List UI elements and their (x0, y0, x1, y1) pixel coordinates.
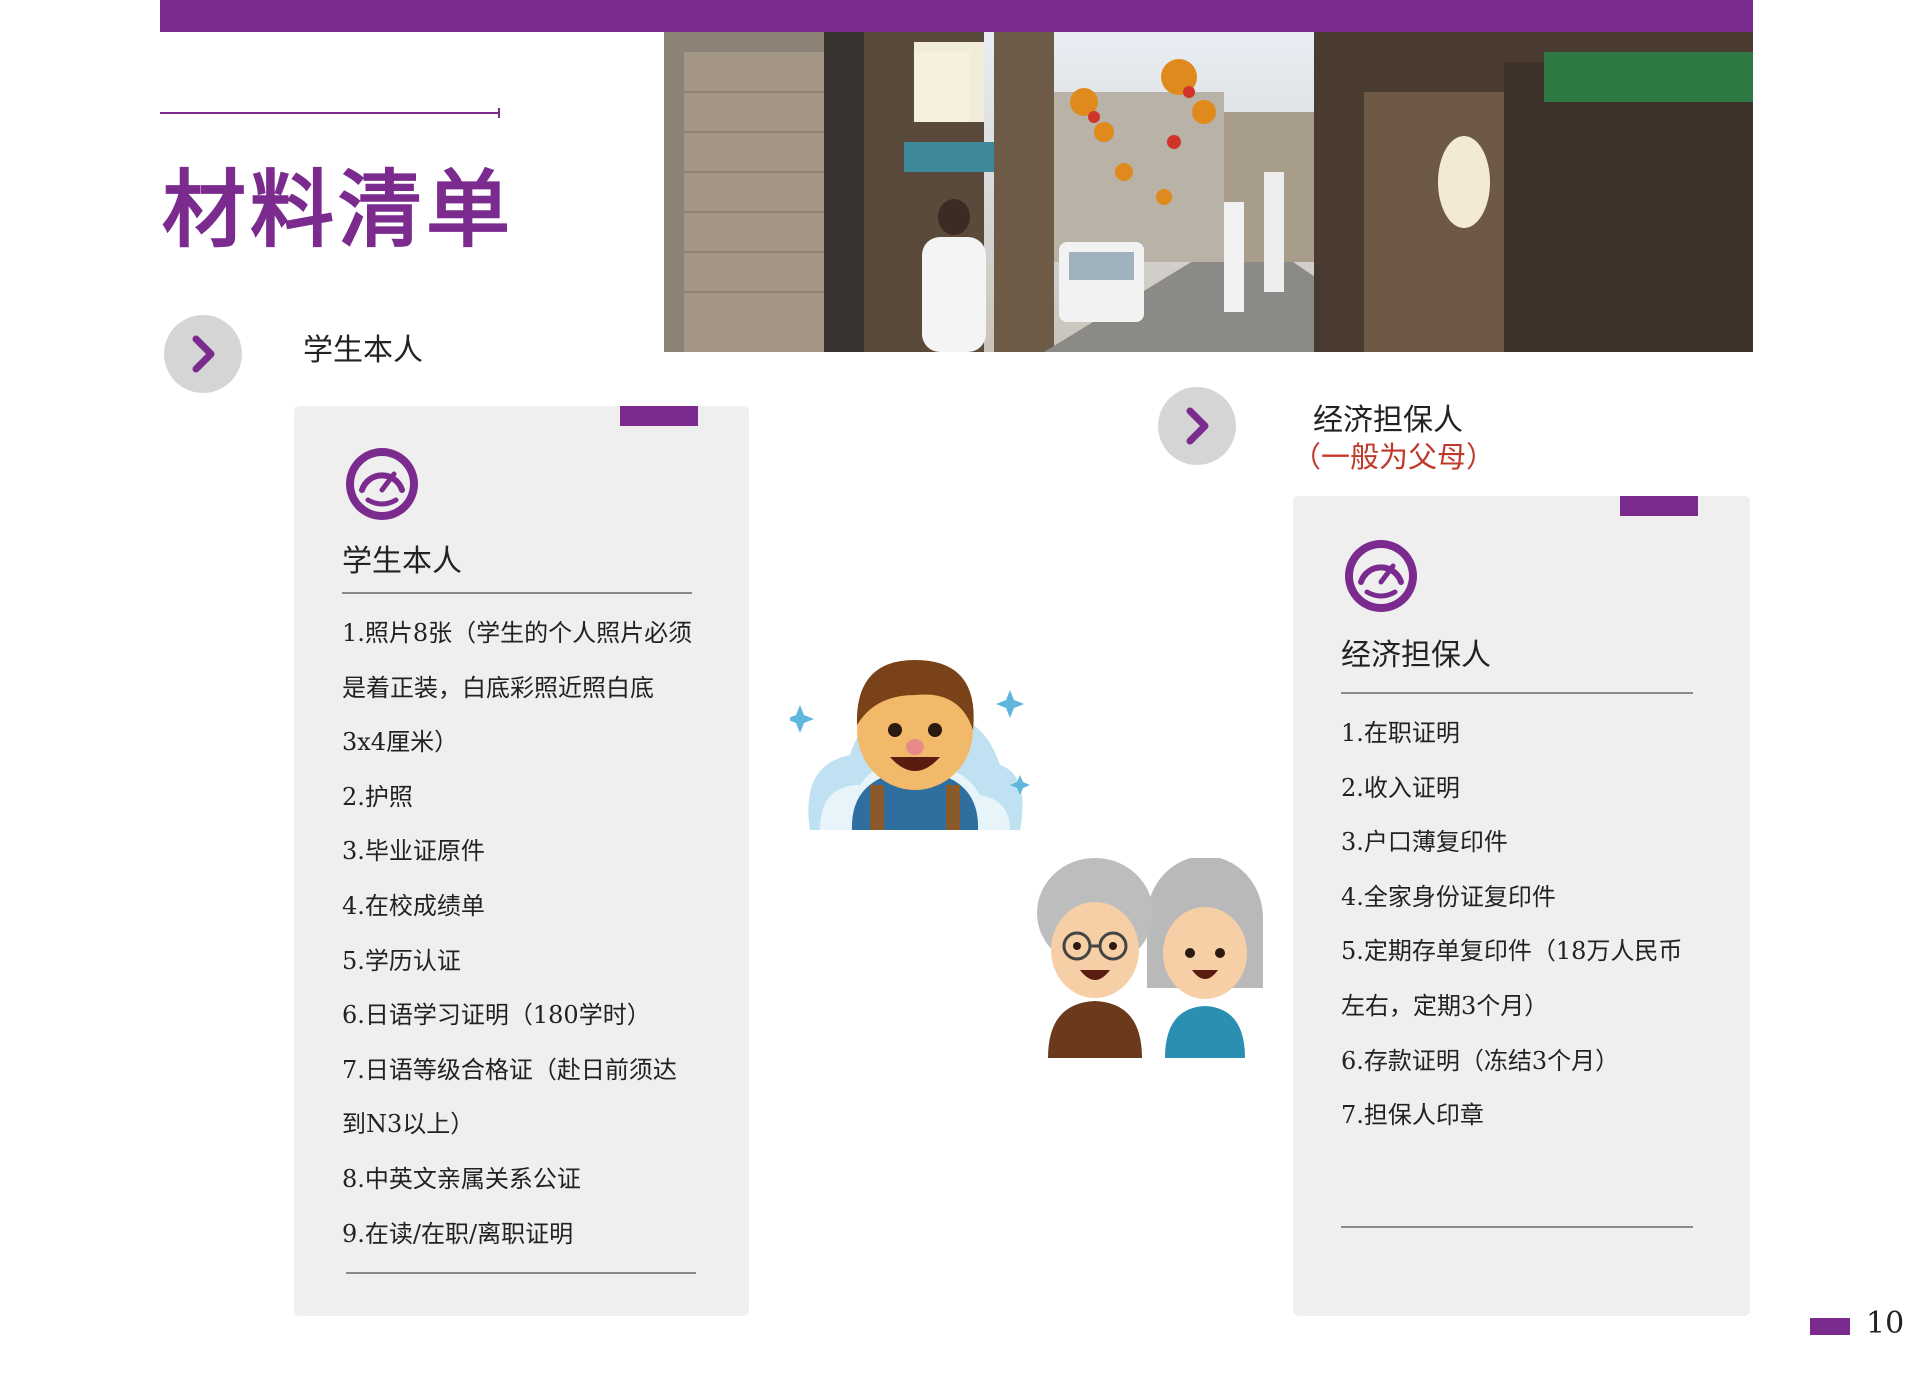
page-title: 材料清单 (162, 160, 515, 259)
list-item: 6.日语学习证明（180学时） (342, 1001, 651, 1030)
list-item: 5.学历认证 (342, 946, 461, 975)
list-item: 3x4厘米） (342, 728, 459, 757)
student-section-label: 学生本人 (303, 333, 423, 368)
list-item: 1.照片8张（学生的个人照片必须 (342, 619, 693, 647)
list-item: 4.在校成绩单 (342, 891, 485, 920)
list-item: 6.存款证明（冻结3个月） (1341, 1046, 1620, 1075)
student-card: 学生本人 1.照片8张（学生的个人照片必须 是着正装，白底彩照近照白底 3x4厘… (294, 406, 749, 1316)
student-bottom-rule (346, 1272, 696, 1274)
list-item: 2.护照 (342, 782, 413, 811)
guarantor-card-heading: 经济担保人 (1341, 638, 1491, 673)
guarantor-section-label: 经济担保人 (1313, 403, 1463, 438)
list-item: 2.收入证明 (1341, 773, 1460, 802)
list-item: 4.全家身份证复印件 (1341, 882, 1556, 911)
list-item: 7.日语等级合格证（赴日前须达 (342, 1055, 677, 1084)
guarantor-materials-list: 1.在职证明 2.收入证明 3.户口薄复印件 4.全家身份证复印件 5.定期存单… (1341, 706, 1731, 1143)
card-tab (620, 406, 698, 426)
list-item: 7.担保人印章 (1341, 1101, 1484, 1130)
page-number: 10 (1866, 1306, 1905, 1341)
student-materials-list: 1.照片8张（学生的个人照片必须 是着正装，白底彩照近照白底 3x4厘米） 2.… (342, 606, 722, 1261)
card-tab (1620, 496, 1698, 516)
student-chevron-icon (164, 315, 242, 393)
list-item: 是着正装，白底彩照近照白底 (342, 673, 654, 702)
student-illustration (786, 635, 1040, 839)
guarantor-section-note: （一般为父母） (1292, 440, 1496, 474)
list-item: 9.在读/在职/离职证明 (342, 1219, 574, 1248)
street-photo (664, 32, 1753, 352)
guarantor-card: 经济担保人 1.在职证明 2.收入证明 3.户口薄复印件 4.全家身份证复印件 … (1293, 496, 1750, 1316)
list-item: 8.中英文亲属关系公证 (342, 1164, 581, 1193)
list-item: 3.户口薄复印件 (1341, 828, 1508, 857)
student-card-heading: 学生本人 (342, 544, 462, 579)
list-item: 左右，定期3个月） (1341, 991, 1549, 1020)
student-heading-rule (342, 592, 692, 594)
list-item: 到N3以上） (342, 1110, 475, 1139)
list-item: 5.定期存单复印件（18万人民币 (1341, 937, 1683, 966)
speedometer-icon (1341, 536, 1421, 616)
list-item: 1.在职证明 (1341, 719, 1460, 747)
parents-illustration (1030, 856, 1270, 1062)
guarantor-heading-rule (1341, 692, 1693, 694)
top-accent-bar (160, 0, 1753, 32)
guarantor-chevron-icon (1158, 387, 1236, 465)
speedometer-icon (342, 444, 422, 524)
guarantor-bottom-rule (1341, 1226, 1693, 1228)
list-item: 3.毕业证原件 (342, 837, 485, 866)
title-rule (160, 108, 500, 118)
page-number-bar (1810, 1318, 1850, 1335)
